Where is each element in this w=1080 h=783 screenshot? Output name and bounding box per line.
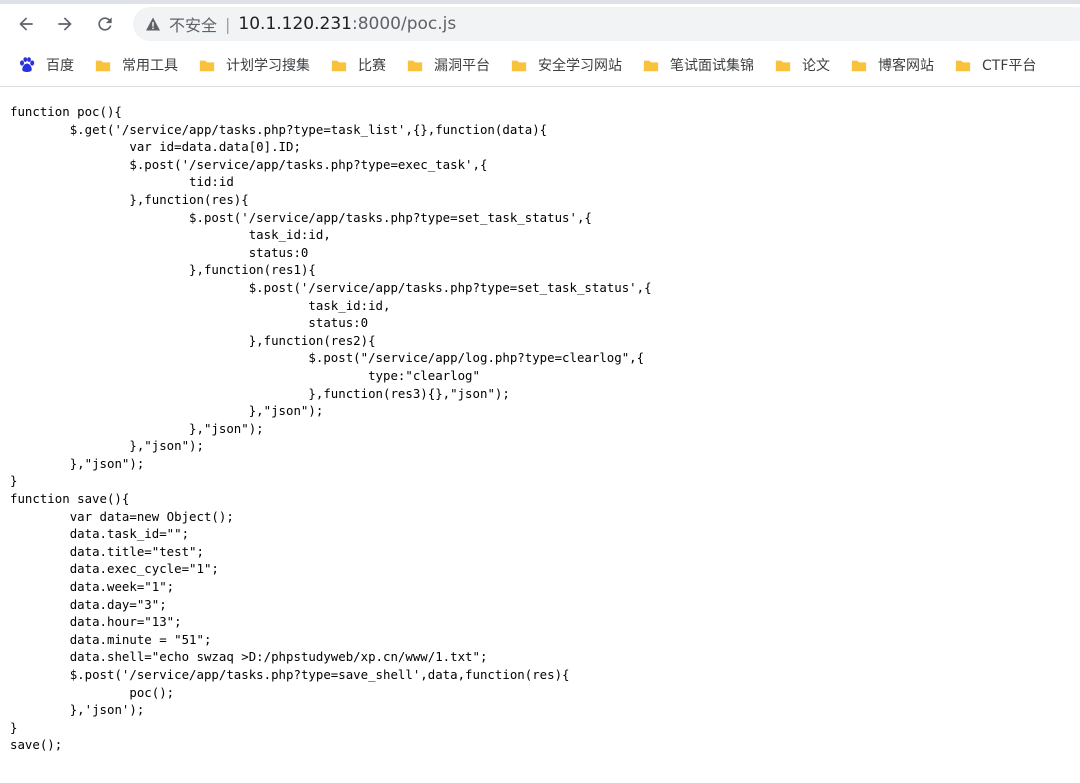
bookmarks-bar: 百度 常用工具 计划学习搜集 比赛 漏洞平台 安全学习网站 笔试面试集锦 论文 博客网站 CTF平… xyxy=(0,46,1080,84)
url-host: 10.1.120.231 xyxy=(238,14,352,34)
bookmarks-divider xyxy=(0,86,1080,87)
bookmark-item[interactable]: 论文 xyxy=(768,50,836,80)
bookmark-item[interactable]: 常用工具 xyxy=(88,50,184,80)
back-button[interactable] xyxy=(10,8,42,40)
folder-icon xyxy=(954,57,972,73)
address-bar[interactable]: 不安全 | 10.1.120.231:8000/poc.js xyxy=(133,7,1080,41)
bookmark-label: 博客网站 xyxy=(878,58,934,74)
bookmark-label: CTF平台 xyxy=(982,58,1037,74)
bookmark-item[interactable]: 安全学习网站 xyxy=(504,50,628,80)
arrow-right-icon xyxy=(58,17,72,31)
folder-icon xyxy=(850,57,868,73)
arrow-left-icon xyxy=(19,17,33,31)
baidu-paw-icon xyxy=(18,57,36,73)
folder-icon xyxy=(94,57,112,73)
bookmark-label: 笔试面试集锦 xyxy=(670,58,754,74)
bookmark-label: 百度 xyxy=(46,58,74,74)
bookmark-item[interactable]: 百度 xyxy=(12,50,80,80)
bookmark-label: 常用工具 xyxy=(122,58,178,74)
omnibox-separator: | xyxy=(225,14,231,34)
folder-icon xyxy=(510,57,528,73)
bookmark-item[interactable]: 博客网站 xyxy=(844,50,940,80)
folder-icon xyxy=(774,57,792,73)
bookmark-item[interactable]: 计划学习搜集 xyxy=(192,50,316,80)
browser-toolbar: 不安全 | 10.1.120.231:8000/poc.js xyxy=(0,4,1080,44)
reload-button[interactable] xyxy=(89,8,121,40)
folder-icon xyxy=(330,57,348,73)
bookmark-label: 计划学习搜集 xyxy=(226,58,310,74)
forward-button[interactable] xyxy=(49,8,81,40)
url-path: :8000/poc.js xyxy=(351,14,457,34)
bookmark-label: 漏洞平台 xyxy=(434,58,490,74)
reload-icon xyxy=(98,17,112,31)
bookmark-item[interactable]: 笔试面试集锦 xyxy=(636,50,760,80)
bookmark-item[interactable]: CTF平台 xyxy=(948,50,1042,80)
bookmark-label: 安全学习网站 xyxy=(538,58,622,74)
folder-icon xyxy=(642,57,660,73)
source-code: function poc(){ $.get('/service/app/task… xyxy=(10,104,652,753)
bookmark-label: 比赛 xyxy=(358,58,386,74)
warning-triangle-icon[interactable] xyxy=(145,16,161,32)
bookmark-item[interactable]: 比赛 xyxy=(324,50,392,80)
folder-icon xyxy=(198,57,216,73)
url-text[interactable]: 10.1.120.231:8000/poc.js xyxy=(238,14,456,34)
folder-icon xyxy=(406,57,424,73)
security-status-label[interactable]: 不安全 xyxy=(169,12,217,36)
bookmark-label: 论文 xyxy=(802,58,830,74)
bookmark-item[interactable]: 漏洞平台 xyxy=(400,50,496,80)
